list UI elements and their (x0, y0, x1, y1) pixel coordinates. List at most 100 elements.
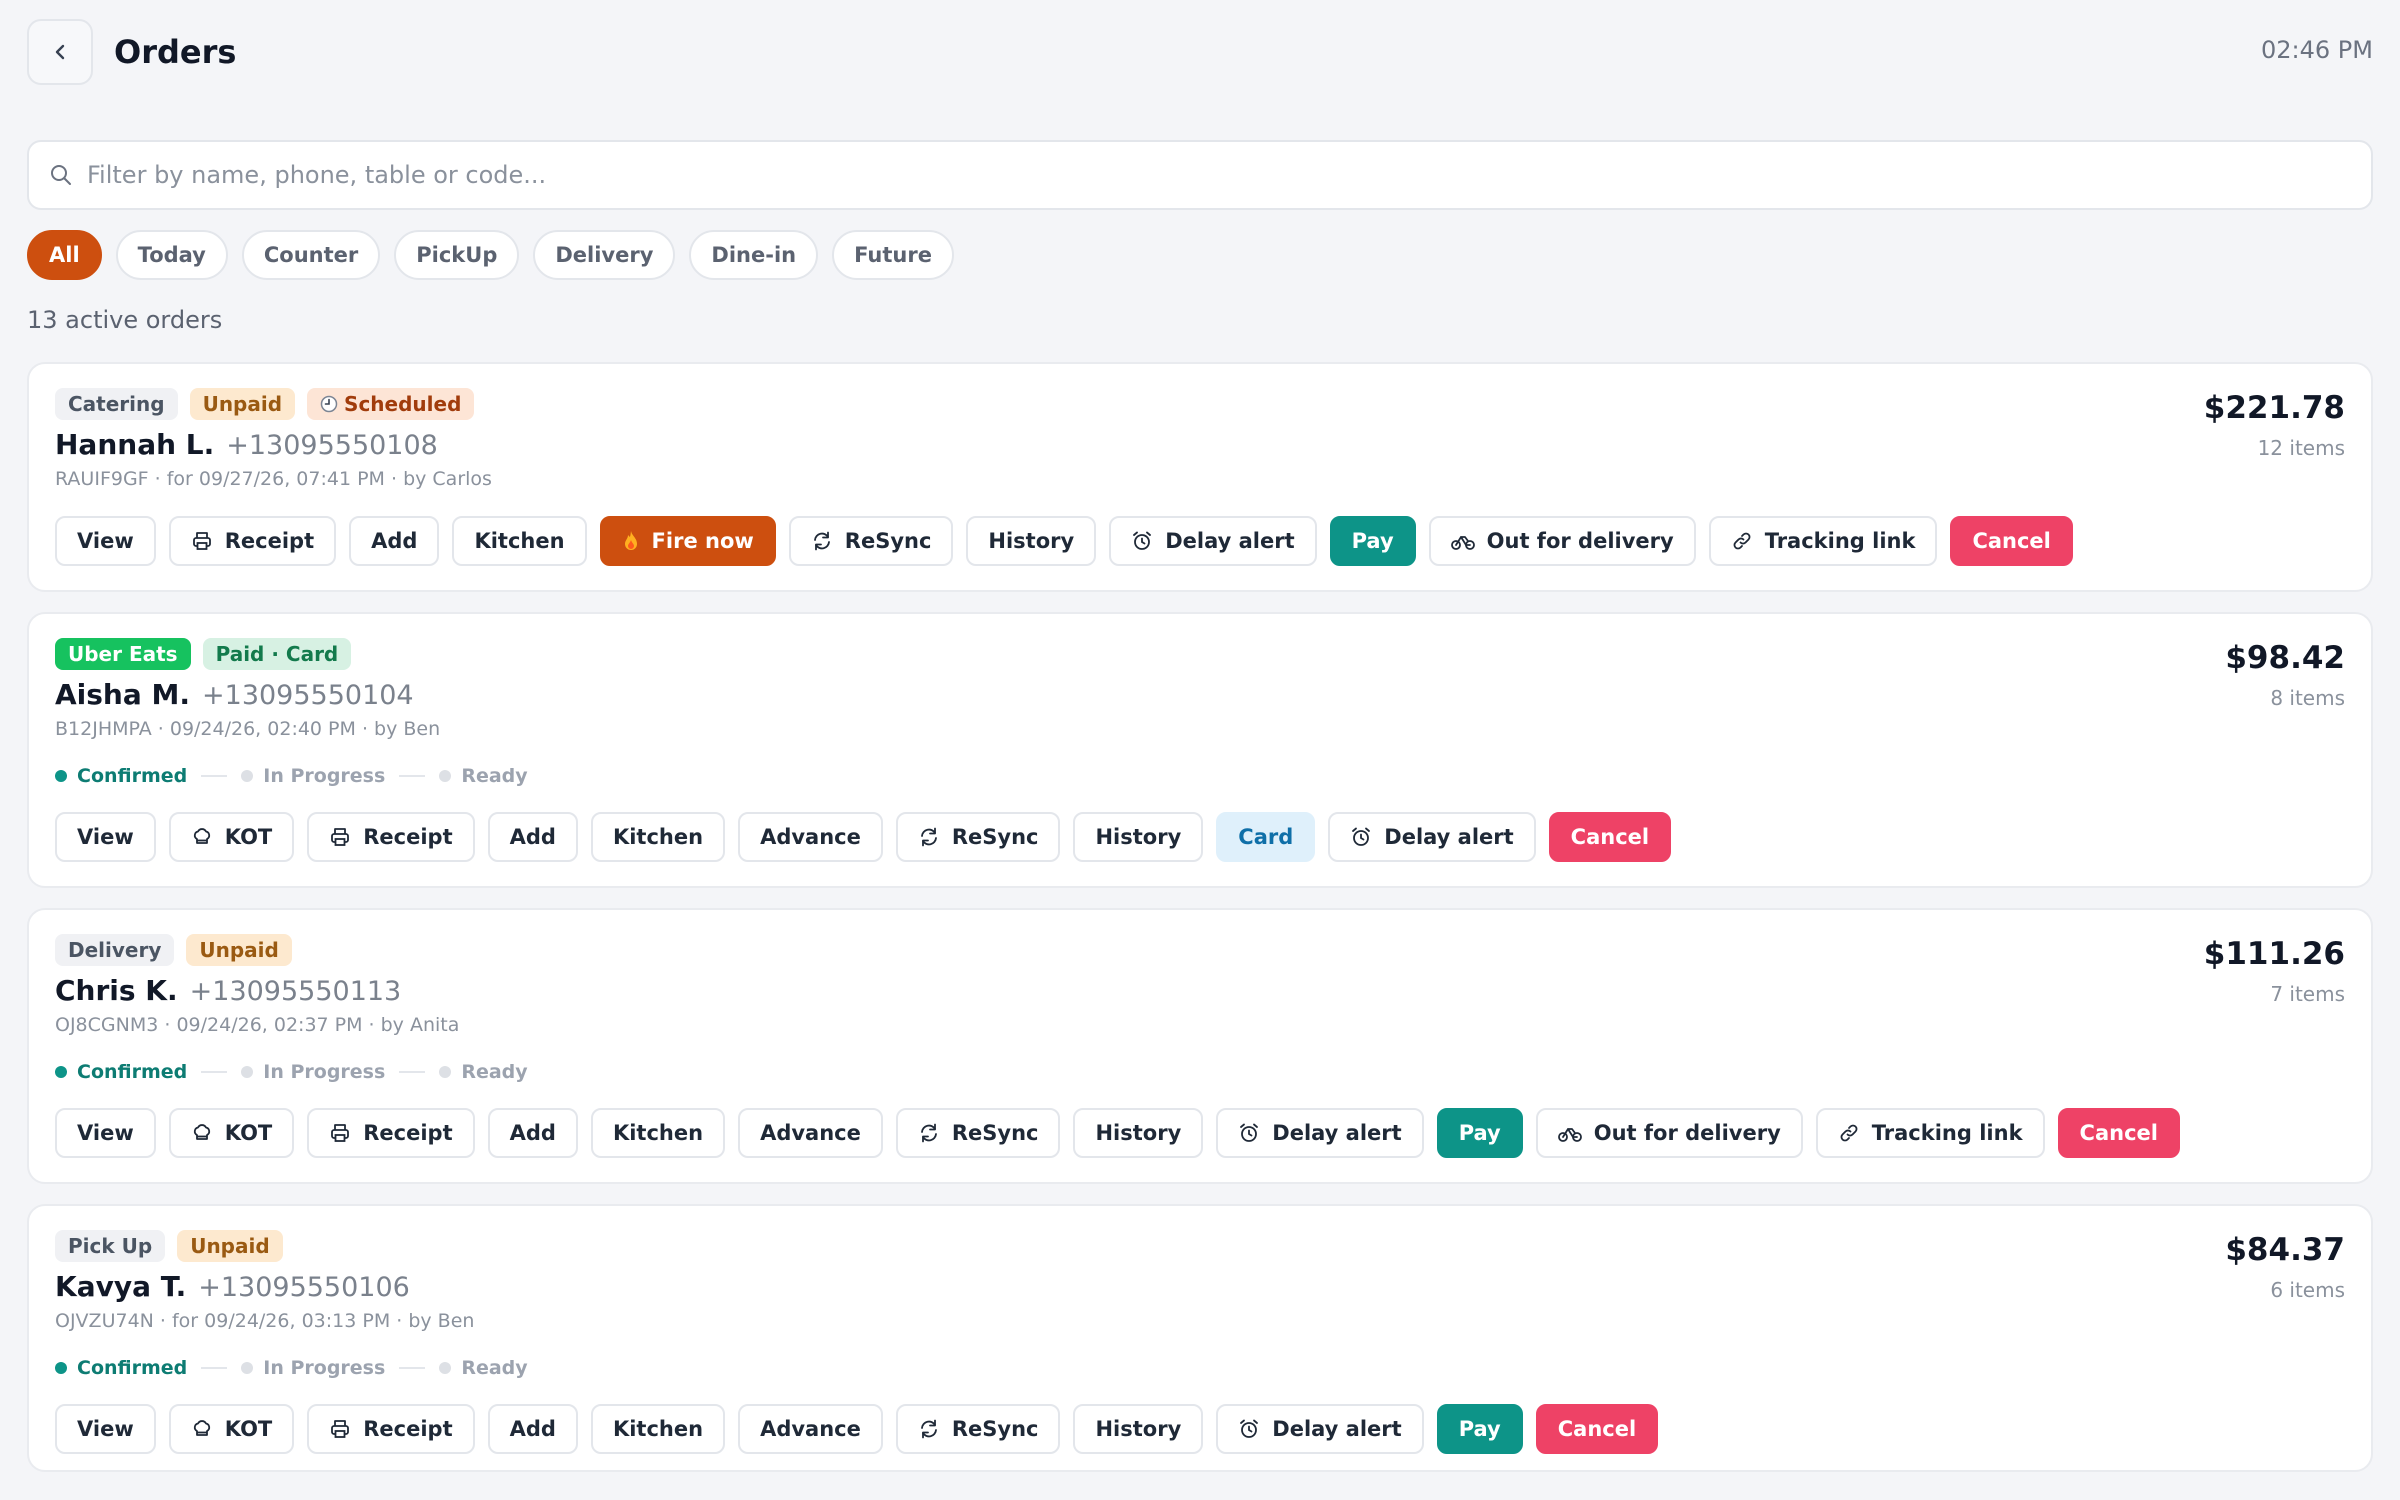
cancel-button[interactable]: Cancel (1548, 812, 1672, 862)
order-meta: OJ8CGNM3 · 09/24/26, 02:37 PM · by Anita (55, 1014, 460, 1036)
delay-alert-button[interactable]: Delay alert (1216, 1404, 1424, 1454)
pay-button[interactable]: Pay (1436, 1404, 1523, 1454)
order-price: $221.78 12 items (2204, 390, 2345, 460)
customer-name: Kavya T. (55, 1270, 187, 1303)
receipt-button[interactable]: Receipt (307, 812, 475, 862)
cancel-button[interactable]: Cancel (1950, 516, 2073, 566)
progress-dot-ready (439, 1362, 452, 1374)
order-total: $221.78 (2203, 390, 2345, 426)
add-button[interactable]: Add (487, 1404, 578, 1454)
view-button[interactable]: View (55, 1404, 156, 1454)
kitchen-button[interactable]: Kitchen (590, 812, 726, 862)
search-bar[interactable] (27, 140, 2373, 210)
progress-dot-ready (439, 770, 452, 782)
view-button[interactable]: View (55, 1108, 156, 1158)
resync-button[interactable]: ReSync (788, 516, 954, 566)
kot-button[interactable]: KOT (168, 1404, 295, 1454)
fire-now-button[interactable]: Fire now (599, 516, 776, 566)
order-actions: View KOT Receipt Add Kitchen Advance ReS… (55, 812, 2345, 862)
filter-future[interactable]: Future (832, 230, 954, 280)
step-confirmed: Confirmed (77, 765, 188, 787)
receipt-button[interactable]: Receipt (307, 1404, 475, 1454)
cancel-button[interactable]: Cancel (1535, 1404, 1659, 1454)
card-payment-button[interactable]: Card (1216, 812, 1316, 862)
progress-dot-confirmed (55, 1066, 67, 1078)
customer-name: Hannah L. (55, 428, 215, 461)
kitchen-button[interactable]: Kitchen (590, 1404, 726, 1454)
history-button[interactable]: History (1073, 1404, 1204, 1454)
order-source-badge: Uber Eats (55, 638, 191, 670)
filter-dine-in[interactable]: Dine-in (689, 230, 819, 280)
order-total: $98.42 (2225, 640, 2345, 676)
kot-button[interactable]: KOT (168, 1108, 295, 1158)
order-type-badge: Pick Up (55, 1230, 166, 1262)
refresh-icon (920, 827, 937, 847)
order-card: Uber Eats Paid · Card Aisha M. +13095550… (27, 612, 2373, 888)
advance-button[interactable]: Advance (738, 812, 883, 862)
printer-icon (192, 532, 211, 550)
search-input[interactable] (87, 161, 2371, 189)
view-button[interactable]: View (55, 516, 156, 566)
printer-icon (331, 1420, 350, 1438)
bike-icon (1450, 536, 1475, 550)
fire-icon (624, 531, 637, 550)
filter-pickup[interactable]: PickUp (394, 230, 520, 280)
resync-label: ReSync (951, 1121, 1039, 1145)
resync-button[interactable]: ReSync (895, 1108, 1061, 1158)
advance-button[interactable]: Advance (738, 1404, 883, 1454)
out-for-delivery-button[interactable]: Out for delivery (1428, 516, 1696, 566)
cancel-button[interactable]: Cancel (2057, 1108, 2180, 1158)
step-confirmed: Confirmed (77, 1357, 188, 1379)
receipt-label: Receipt (224, 529, 315, 553)
history-button[interactable]: History (1073, 1108, 1204, 1158)
receipt-label: Receipt (363, 1121, 453, 1145)
bike-icon (1557, 1128, 1582, 1142)
add-button[interactable]: Add (349, 516, 440, 566)
alarm-clock-icon (1240, 1419, 1259, 1438)
add-button[interactable]: Add (487, 812, 578, 862)
pay-button[interactable]: Pay (1436, 1108, 1523, 1158)
alarm-clock-icon (1240, 1123, 1259, 1142)
history-button[interactable]: History (966, 516, 1097, 566)
order-progress: Confirmed In Progress Ready (55, 764, 2345, 788)
tracking-link-button[interactable]: Tracking link (1708, 516, 1938, 566)
resync-label: ReSync (951, 825, 1039, 849)
resync-button[interactable]: ReSync (895, 812, 1061, 862)
pay-button[interactable]: Pay (1329, 516, 1416, 566)
order-actions: View KOT Receipt Add Kitchen Advance ReS… (55, 1108, 2345, 1158)
view-button[interactable]: View (55, 812, 156, 862)
customer-name: Aisha M. (55, 678, 191, 711)
customer-phone: +13095550108 (226, 430, 438, 461)
item-count: 7 items (2270, 982, 2345, 1006)
delay-alert-button[interactable]: Delay alert (1216, 1108, 1424, 1158)
history-button[interactable]: History (1073, 812, 1204, 862)
tracking-link-button[interactable]: Tracking link (1815, 1108, 2045, 1158)
payment-status-badge: Unpaid (189, 388, 296, 420)
filter-all[interactable]: All (27, 230, 102, 280)
filter-counter[interactable]: Counter (241, 230, 381, 280)
payment-status-badge: Unpaid (186, 934, 292, 966)
resync-button[interactable]: ReSync (895, 1404, 1061, 1454)
receipt-button[interactable]: Receipt (307, 1108, 475, 1158)
link-icon (1733, 532, 1751, 550)
kitchen-button[interactable]: Kitchen (452, 516, 587, 566)
filter-today[interactable]: Today (115, 230, 228, 280)
out-for-delivery-button[interactable]: Out for delivery (1535, 1108, 1803, 1158)
order-actions: View KOT Receipt Add Kitchen Advance ReS… (55, 1404, 2345, 1454)
receipt-button[interactable]: Receipt (168, 516, 337, 566)
progress-dot-confirmed (55, 1362, 67, 1374)
delay-alert-button[interactable]: Delay alert (1328, 812, 1536, 862)
scheduled-label: Scheduled (344, 392, 462, 416)
add-button[interactable]: Add (487, 1108, 578, 1158)
advance-button[interactable]: Advance (738, 1108, 883, 1158)
kot-button[interactable]: KOT (168, 812, 295, 862)
order-type-badge: Delivery (55, 934, 175, 966)
clock-time: 02:46 PM (2261, 36, 2373, 64)
filter-delivery[interactable]: Delivery (533, 230, 676, 280)
delay-alert-button[interactable]: Delay alert (1109, 516, 1317, 566)
order-card: Delivery Unpaid Chris K. +13095550113 OJ… (27, 908, 2373, 1184)
kitchen-button[interactable]: Kitchen (590, 1108, 726, 1158)
order-actions: View Receipt Add Kitchen Fire now ReSync… (55, 516, 2345, 566)
chef-hat-icon (193, 1420, 210, 1436)
back-button[interactable] (27, 19, 93, 85)
